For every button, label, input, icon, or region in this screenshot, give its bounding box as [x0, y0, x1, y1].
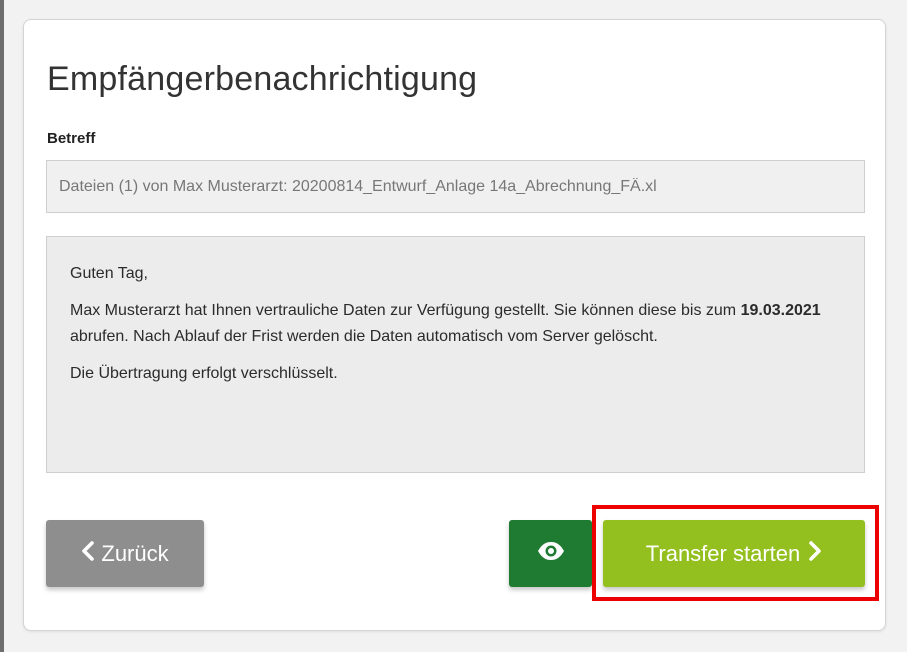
window-edge: [0, 0, 4, 652]
message-body-part2: abrufen. Nach Ablauf der Frist werden di…: [70, 328, 658, 345]
back-button[interactable]: Zurück: [46, 520, 204, 587]
notification-card: Empfängerbenachrichtigung Betreff Guten …: [23, 19, 886, 631]
message-greeting: Guten Tag,: [70, 265, 148, 282]
deadline-date: 19.03.2021: [740, 302, 821, 319]
message-body-part1: Max Musterarzt hat Ihnen vertrauliche Da…: [70, 302, 737, 319]
chevron-left-icon: [81, 540, 95, 567]
encryption-note: Die Übertragung erfolgt verschlüsselt.: [70, 365, 338, 382]
highlight-frame: [592, 505, 879, 601]
message-preview: Guten Tag, Max Musterarzt hat Ihnen vert…: [46, 236, 865, 473]
message-body: Max Musterarzt hat Ihnen vertrauliche Da…: [70, 298, 841, 350]
page-title: Empfängerbenachrichtigung: [47, 60, 478, 98]
eye-icon: [536, 540, 566, 568]
preview-button[interactable]: [509, 520, 592, 587]
back-button-label: Zurück: [101, 540, 169, 566]
subject-field[interactable]: [46, 160, 865, 213]
subject-label: Betreff: [47, 130, 96, 147]
